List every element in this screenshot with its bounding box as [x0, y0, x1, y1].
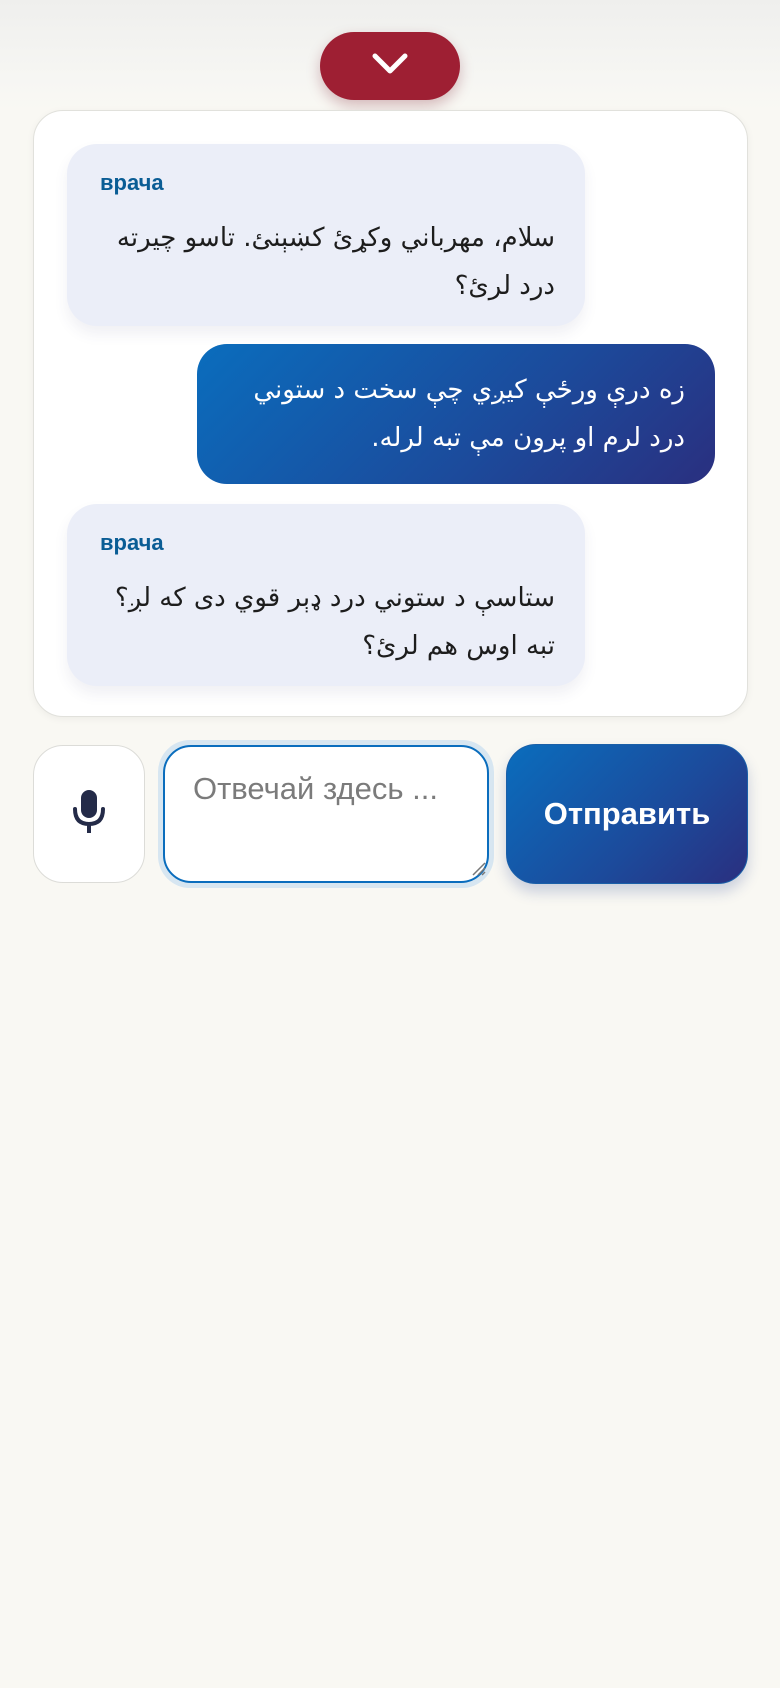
message-text: زه درې ورځې کیږي چې سخت د ستوني درد لرم …: [227, 366, 685, 462]
answer-input-focus-ring: [158, 740, 494, 888]
patient-message: زه درې ورځې کیږي چې سخت د ستوني درد لرم …: [197, 344, 715, 484]
microphone-icon: [71, 789, 107, 839]
message-line: ستاسې د ستوني درد ډېر قوي دی که لږ؟: [114, 583, 555, 613]
message-line: تبه اوس هم لرئ؟: [362, 631, 555, 661]
collapse-button[interactable]: [320, 32, 460, 100]
send-button[interactable]: Отправить: [506, 744, 748, 884]
message-line: زه درې ورځې کیږي چې سخت د ستوني: [253, 375, 685, 405]
resize-grip-icon[interactable]: [470, 860, 486, 880]
message-text: سلام، مهرباني وکړئ کښېنئ. تاسو چیرته درد…: [97, 214, 555, 310]
sender-label: врача: [100, 530, 164, 555]
message-line: درد لرئ؟: [454, 271, 555, 301]
sender-label: врача: [100, 170, 164, 195]
chat-panel: врача سلام، مهرباني وکړئ کښېنئ. تاسو چیر…: [33, 110, 748, 717]
message-text: ستاسې د ستوني درد ډېر قوي دی که لږ؟ تبه …: [97, 574, 555, 670]
doctor-message: врача ستاسې د ستوني درد ډېر قوي دی که لږ…: [67, 504, 585, 686]
microphone-button[interactable]: [33, 745, 145, 883]
answer-input[interactable]: [163, 745, 489, 883]
chevron-down-icon: [370, 51, 410, 81]
message-line: سلام، مهرباني وکړئ کښېنئ. تاسو چیرته: [116, 223, 555, 253]
message-line: درد لرم او پرون مې تبه لرله.: [371, 423, 685, 453]
doctor-message: врача سلام، مهرباني وکړئ کښېنئ. تاسو چیر…: [67, 144, 585, 326]
